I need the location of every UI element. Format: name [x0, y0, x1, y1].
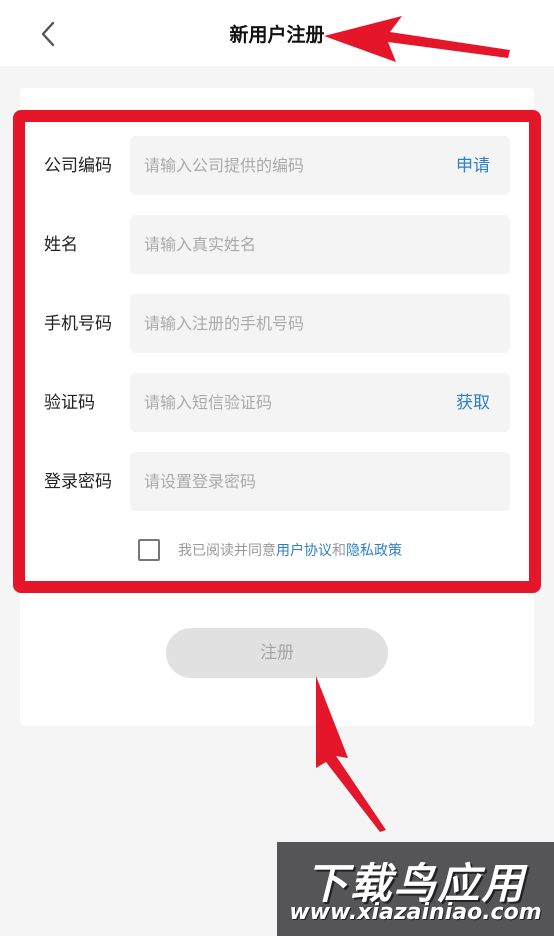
register-button[interactable]: 注册	[166, 628, 388, 678]
watermark-url: www.xiazainiao.com	[289, 900, 542, 925]
highlight-box	[13, 110, 541, 593]
register-page: 新用户注册 公司编码 申请 姓名 手机号码 验证码 获取 登录密码 我已阅读并同…	[0, 0, 554, 936]
watermark-logo: 下载鸟应用 www.xiazainiao.com	[277, 842, 554, 936]
annotation-arrow-top	[324, 16, 510, 62]
annotation-arrow-bottom	[316, 676, 386, 832]
